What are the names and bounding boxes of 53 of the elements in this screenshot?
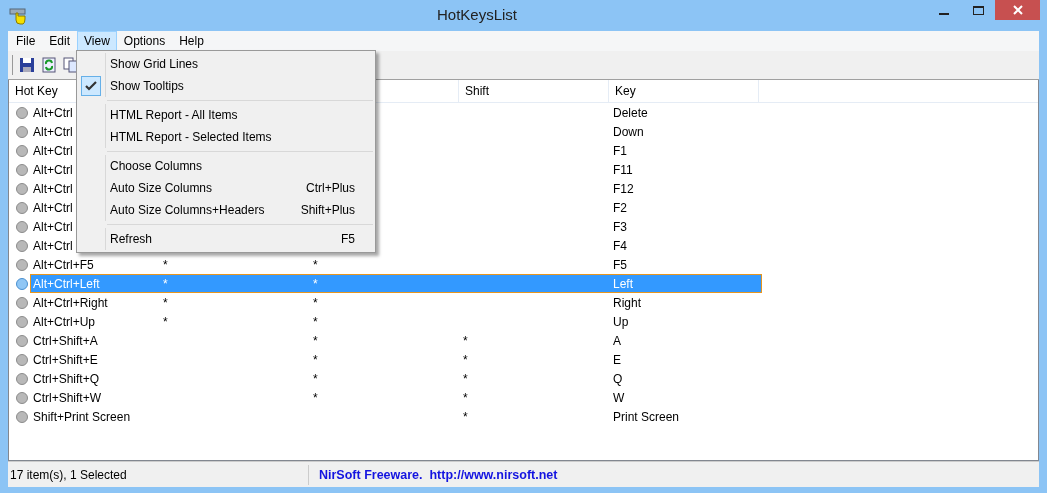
table-cell: F12 [613,181,634,196]
table-cell: * [163,257,168,272]
table-cell: Alt+Ctrl+Up [33,314,96,329]
table-cell: F2 [613,200,627,215]
table-cell: Right [613,295,641,310]
table-cell: Alt+Ctrl [33,200,73,215]
table-cell: Ctrl+Shift+A [33,333,98,348]
status-item-count: 17 item(s), 1 Selected [8,464,309,485]
table-cell: Ctrl+Shift+E [33,352,98,367]
table-cell: * [313,352,318,367]
table-cell: A [613,333,621,348]
table-cell: Alt+Ctrl [33,181,73,196]
table-cell: Print Screen [613,409,680,424]
table-cell: * [313,371,318,386]
table-cell: Ctrl+Shift+Q [33,371,100,386]
table-cell: Left [613,276,633,291]
table-cell: F5 [613,257,627,272]
table-cell: Shift+Print Screen [33,409,131,424]
table-cell: Alt+Ctrl+F5 [33,257,94,272]
table-cell: Alt+Ctrl [33,143,73,158]
table-cell: * [463,390,468,405]
table-cell: * [463,409,468,424]
table-cell: Q [613,371,623,386]
table-cell: * [163,314,168,329]
table-cell: Up [613,314,629,329]
table-cell: Alt+Ctrl+Right [33,295,108,310]
table-cell: * [313,295,318,310]
table-cell: * [463,352,468,367]
table-cell: F1 [613,143,627,158]
table-cell: F4 [613,238,627,253]
table-cell: * [313,257,318,272]
table-cell: Alt+Ctrl [33,219,73,234]
table-cell: F11 [613,162,633,177]
table-cell: E [613,352,621,367]
table-cell: * [313,390,318,405]
table-cell: Alt+Ctrl [33,105,73,120]
table-cell: W [613,390,625,405]
table-cell: Alt+Ctrl+Left [33,276,100,291]
table-cell: * [313,333,318,348]
table-cell: * [163,276,168,291]
table-cell: * [313,276,318,291]
table-cell: Alt+Ctrl [33,124,73,139]
table-cell: Down [613,124,644,139]
table-cell: Ctrl+Shift+W [33,390,101,405]
table-cell: * [313,314,318,329]
table-cell: Alt+Ctrl [33,238,73,253]
table-cell: * [163,295,168,310]
table-cell: * [463,371,468,386]
table-cell: Alt+Ctrl [33,162,73,177]
table-cell: F3 [613,219,627,234]
window-title: HotKeysList [435,5,518,23]
table-cell: Delete [613,105,648,120]
table-cell: * [463,333,468,348]
